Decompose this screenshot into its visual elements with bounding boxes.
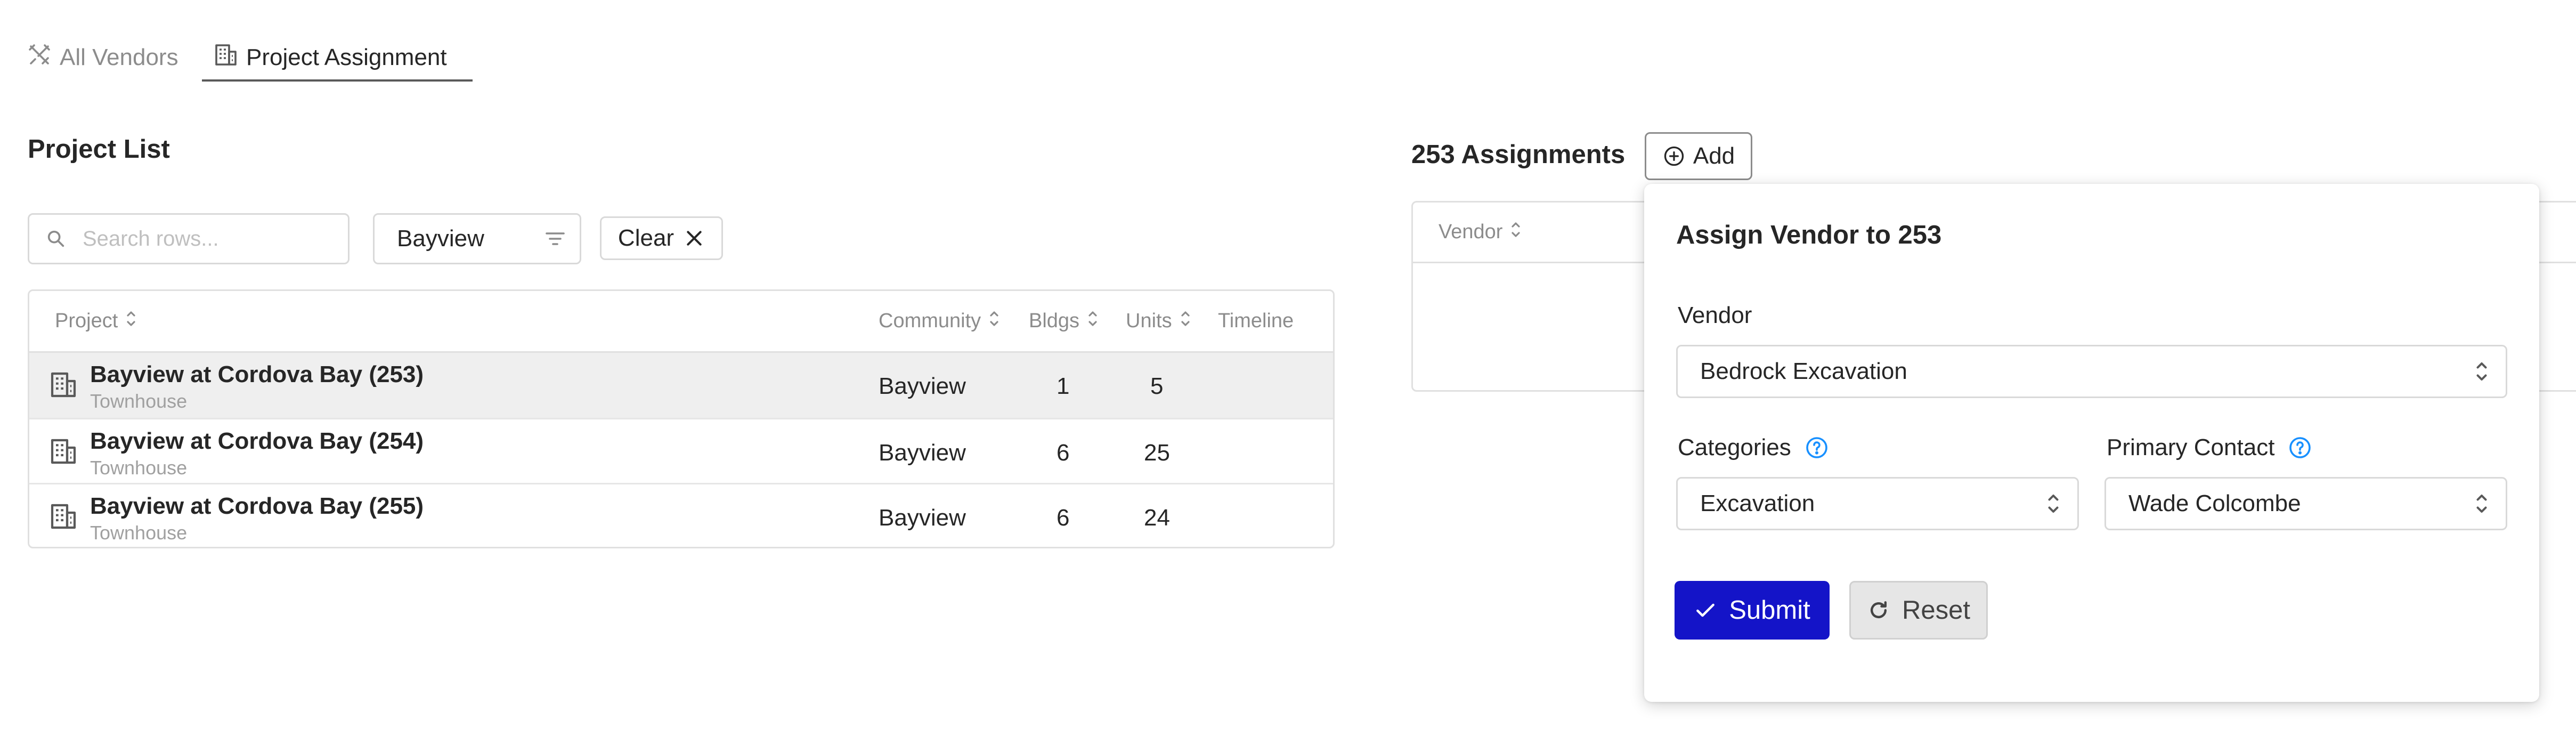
assignments-title: 253 Assignments <box>1411 140 1626 169</box>
project-name: Bayview at Cordova Bay (254) <box>90 428 424 454</box>
search-icon <box>45 228 67 249</box>
project-name: Bayview at Cordova Bay (253) <box>90 361 424 387</box>
field-label: Primary Contact <box>2107 434 2275 460</box>
cell-community: Bayview <box>879 373 966 399</box>
add-label: Add <box>1693 143 1735 169</box>
categories-value: Excavation <box>1700 490 1815 516</box>
plus-circle-icon <box>1662 144 1686 168</box>
filter-value: Bayview <box>397 225 484 252</box>
help-icon[interactable] <box>2287 435 2313 460</box>
vendor-label: Vendor <box>1678 302 1752 329</box>
project-type: Townhouse <box>90 522 188 544</box>
community-filter[interactable]: Bayview <box>373 213 581 264</box>
add-assignment-button[interactable]: Add <box>1645 132 1752 180</box>
column-units[interactable]: Units <box>1126 291 1193 351</box>
submit-label: Submit <box>1729 596 1810 625</box>
project-name: Bayview at Cordova Bay (255) <box>90 493 424 519</box>
submit-button[interactable]: Submit <box>1675 581 1830 640</box>
tab-all-vendors[interactable]: All Vendors <box>27 32 178 83</box>
tab-project-assignment[interactable]: Project Assignment <box>213 32 447 83</box>
sort-icon <box>1079 308 1101 335</box>
project-list-title: Project List <box>28 135 170 164</box>
tools-icon <box>27 42 60 74</box>
popover-title: Assign Vendor to 253 <box>1676 221 1942 249</box>
table-header: Project Community Bldgs Units Timeline <box>29 291 1333 353</box>
cell-community: Bayview <box>879 440 966 466</box>
project-table: Project Community Bldgs Units Timeline B… <box>28 289 1335 548</box>
column-label: Community <box>879 310 981 332</box>
active-tab-indicator <box>202 79 473 82</box>
vendor-select[interactable]: Bedrock Excavation <box>1676 345 2507 398</box>
clear-label: Clear <box>617 225 675 251</box>
table-row[interactable]: Bayview at Cordova Bay (253) Townhouse B… <box>29 353 1333 418</box>
column-label: Units <box>1126 310 1172 332</box>
chevron-up-down-icon <box>2474 358 2490 385</box>
column-vendor[interactable]: Vendor <box>1439 203 1524 262</box>
column-label: Timeline <box>1218 310 1294 332</box>
column-community[interactable]: Community <box>879 291 1002 351</box>
column-timeline[interactable]: Timeline <box>1218 291 1294 351</box>
project-type: Townhouse <box>90 457 188 479</box>
cell-bldgs: 1 <box>1057 373 1070 399</box>
sort-icon <box>1502 219 1524 246</box>
field-label: Vendor <box>1678 302 1752 328</box>
refresh-icon <box>1867 598 1890 622</box>
column-label: Project <box>55 310 118 332</box>
chevron-up-down-icon <box>2045 490 2061 517</box>
chevron-up-down-icon <box>2474 490 2490 517</box>
tab-bar: All Vendors Project Assignment <box>0 0 2576 85</box>
categories-label: Categories <box>1678 434 1830 461</box>
clear-filter-button[interactable]: Clear <box>600 216 723 260</box>
column-label: Bldgs <box>1029 310 1080 332</box>
cell-bldgs: 6 <box>1057 505 1070 531</box>
assign-vendor-popover: Assign Vendor to 253 Vendor Bedrock Exca… <box>1644 184 2539 702</box>
check-icon <box>1694 598 1717 622</box>
reset-label: Reset <box>1901 596 1970 625</box>
help-icon[interactable] <box>1804 435 1830 460</box>
categories-select[interactable]: Excavation <box>1676 477 2079 530</box>
primary-contact-select[interactable]: Wade Colcombe <box>2104 477 2507 530</box>
column-project[interactable]: Project <box>55 291 139 351</box>
cell-units: 5 <box>1150 373 1164 399</box>
table-row[interactable]: Bayview at Cordova Bay (254) Townhouse B… <box>29 418 1333 483</box>
column-bldgs[interactable]: Bldgs <box>1029 291 1101 351</box>
sort-icon <box>1172 308 1193 335</box>
primary-contact-label: Primary Contact <box>2107 434 2313 461</box>
tab-label: Project Assignment <box>246 44 447 70</box>
cell-bldgs: 6 <box>1057 440 1070 466</box>
filter-icon <box>542 226 568 252</box>
column-label: Vendor <box>1439 221 1503 243</box>
cell-units: 25 <box>1144 440 1170 466</box>
reset-button[interactable]: Reset <box>1849 581 1988 640</box>
sort-icon <box>981 308 1002 335</box>
search-field[interactable] <box>28 213 350 264</box>
contact-value: Wade Colcombe <box>2128 490 2301 516</box>
cell-community: Bayview <box>879 505 966 531</box>
tab-label: All Vendors <box>60 44 178 70</box>
search-input[interactable] <box>82 226 334 252</box>
project-type: Townhouse <box>90 390 188 412</box>
cell-units: 24 <box>1144 505 1170 531</box>
building-icon <box>48 502 78 534</box>
sort-icon <box>118 308 139 335</box>
building-icon <box>213 42 246 74</box>
building-icon <box>48 436 78 469</box>
building-icon <box>48 370 78 402</box>
table-row[interactable]: Bayview at Cordova Bay (255) Townhouse B… <box>29 483 1333 547</box>
close-icon <box>684 228 705 249</box>
field-label: Categories <box>1678 434 1791 460</box>
vendor-value: Bedrock Excavation <box>1700 358 1907 384</box>
